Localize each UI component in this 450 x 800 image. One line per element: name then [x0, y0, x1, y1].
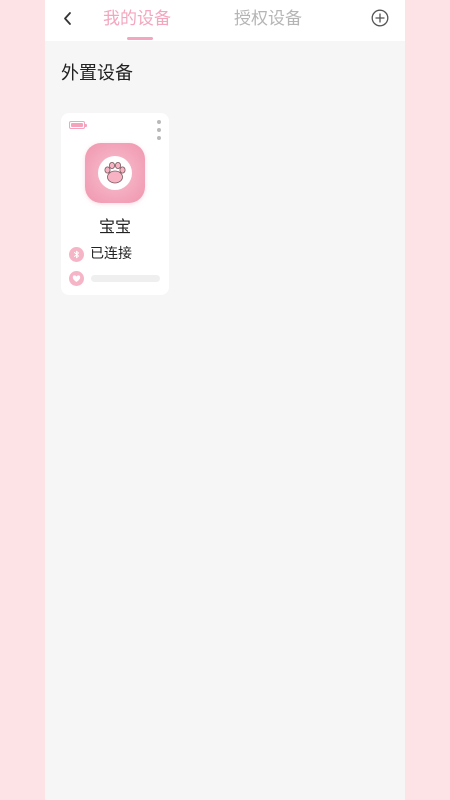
device-avatar — [85, 143, 145, 203]
battery-level-fill — [71, 123, 83, 127]
section-title: 外置设备 — [61, 63, 133, 84]
chevron-left-icon — [64, 12, 71, 25]
menu-dot — [157, 120, 161, 124]
strength-row — [69, 271, 161, 286]
connection-status: 已连接 — [69, 245, 132, 263]
active-tab-indicator — [127, 37, 153, 40]
back-button[interactable] — [57, 6, 79, 32]
device-card[interactable]: 宝宝 已连接 — [61, 113, 169, 295]
tab-authorized-devices[interactable]: 授权设备 — [234, 8, 302, 30]
add-device-button[interactable] — [371, 9, 389, 27]
menu-dot — [157, 136, 161, 140]
app-screen: 我的设备 授权设备 外置设备 宝宝 已连接 — [45, 0, 405, 800]
battery-icon — [69, 121, 87, 129]
top-bar: 我的设备 授权设备 — [45, 0, 405, 41]
heart-icon — [69, 271, 84, 286]
strength-bar — [91, 275, 160, 282]
plus-circle-icon — [371, 9, 389, 27]
battery-tip — [85, 124, 87, 127]
menu-dot — [157, 128, 161, 132]
cat-paw-icon — [98, 156, 132, 190]
connection-status-text: 已连接 — [90, 246, 132, 262]
tab-my-devices[interactable]: 我的设备 — [103, 8, 171, 30]
bluetooth-icon — [69, 246, 84, 262]
more-options-button[interactable] — [153, 119, 165, 141]
device-name: 宝宝 — [98, 217, 131, 236]
